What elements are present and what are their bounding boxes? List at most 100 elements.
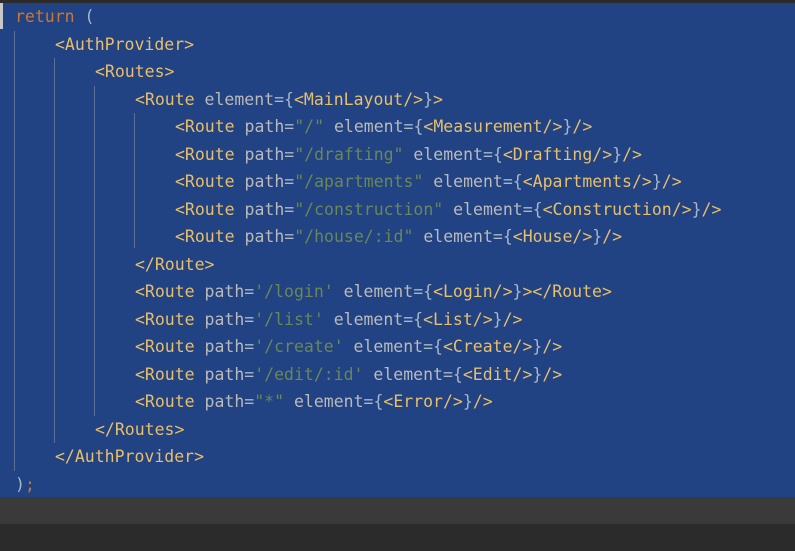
code-token: ={	[403, 309, 424, 329]
code-line[interactable]: return (	[15, 3, 94, 30]
code-line[interactable]: <AuthProvider>	[55, 31, 194, 58]
code-token: }	[612, 144, 623, 164]
code-token: ={	[502, 172, 523, 191]
code-token: =	[284, 117, 295, 136]
code-token: element	[333, 282, 414, 301]
code-token: }	[651, 172, 662, 191]
code-token: <Route	[135, 392, 195, 411]
code-token: <Route	[135, 337, 195, 356]
code-editor[interactable]: return ( <AuthProvider> <Routes> <Route ele…	[0, 0, 795, 551]
code-token: ={	[423, 337, 443, 356]
code-line[interactable]: <Route element={<MainLayout/>}>	[135, 86, 443, 113]
code-token: "/construction"	[294, 199, 444, 219]
code-token: )	[15, 474, 25, 494]
text-caret	[0, 3, 3, 29]
code-token: path	[234, 117, 285, 136]
editor-empty-line	[0, 497, 795, 524]
code-token: "/"	[294, 117, 325, 136]
code-token: =	[284, 227, 295, 246]
code-token: ={	[274, 89, 294, 109]
code-token: <List/>	[423, 309, 493, 329]
indent-guide	[134, 113, 135, 248]
code-token: =	[284, 144, 295, 164]
code-token: path	[194, 282, 245, 301]
code-line[interactable]: <Route path='/list' element={<List/>}/>	[135, 306, 522, 333]
code-token: ={	[363, 392, 384, 411]
code-token: />	[661, 172, 682, 191]
code-line[interactable]: <Route path="*" element={<Error/>}/>	[135, 388, 493, 415]
code-line[interactable]: <Route path="/house/:id" element={<House…	[175, 223, 622, 250]
code-token: =	[244, 392, 255, 411]
code-token: ={	[403, 117, 424, 136]
code-token: element	[423, 172, 503, 191]
code-token: element	[363, 364, 443, 384]
code-token: element	[413, 227, 493, 246]
code-token: <Route	[175, 199, 235, 219]
code-token: path	[234, 199, 285, 219]
code-token: />	[502, 309, 523, 329]
code-token: (	[74, 7, 95, 26]
code-token: }	[532, 364, 543, 384]
code-line[interactable]: <Route path='/edit/:id' element={<Edit/>…	[135, 361, 562, 388]
code-token: />	[542, 364, 563, 384]
code-line[interactable]: </Routes>	[95, 416, 184, 443]
code-token: />	[572, 117, 593, 136]
code-token: }	[562, 117, 573, 136]
code-token: <Route	[175, 172, 235, 191]
code-token: '/login'	[254, 282, 334, 301]
code-token: </Routes>	[95, 419, 185, 439]
code-token: element	[284, 392, 364, 411]
code-token: <Login/>	[433, 282, 513, 301]
code-token: =	[244, 309, 255, 329]
code-token: <AuthProvider>	[55, 34, 195, 54]
indent-guide	[54, 58, 55, 443]
code-token: '/create'	[254, 337, 344, 356]
code-token: }	[462, 392, 473, 411]
code-token: ={	[482, 144, 503, 164]
code-token: }	[691, 199, 702, 219]
code-token: path	[234, 144, 285, 164]
code-token: >	[433, 89, 443, 109]
code-token: <Measurement/>	[423, 117, 563, 136]
code-token: element	[443, 199, 523, 219]
code-token: ={	[492, 227, 513, 246]
code-token: }	[512, 282, 523, 301]
code-token: path	[234, 172, 285, 191]
code-token: element	[343, 337, 424, 356]
code-token: />	[622, 144, 642, 164]
code-token: <Create/>	[442, 337, 533, 356]
code-line[interactable]: <Route path="/construction" element={<Co…	[175, 196, 721, 223]
code-line[interactable]: </AuthProvider>	[55, 443, 204, 470]
code-token: "/drafting"	[294, 144, 404, 164]
code-line[interactable]: <Routes>	[95, 58, 174, 85]
code-token: <Route	[135, 282, 195, 301]
code-token: </Route>	[135, 254, 215, 274]
code-token: }	[532, 337, 543, 356]
code-token: <Route	[175, 227, 235, 246]
code-token: "/house/:id"	[294, 227, 414, 246]
code-token: />	[472, 392, 493, 411]
code-token: =	[284, 199, 295, 219]
code-line[interactable]: <Route path='/login' element={<Login/>}>…	[135, 278, 612, 305]
editor-footer	[0, 524, 795, 551]
code-token: '/list'	[254, 309, 324, 329]
code-line[interactable]: );	[15, 471, 35, 498]
code-line[interactable]: <Route path="/apartments" element={<Apar…	[175, 168, 682, 195]
code-token: path	[194, 337, 245, 356]
code-token: <Routes>	[95, 62, 175, 81]
code-token: />	[542, 337, 563, 356]
code-token: path	[194, 392, 245, 411]
code-line[interactable]: </Route>	[135, 251, 214, 278]
code-token: element	[194, 89, 275, 109]
code-line[interactable]: <Route path="/drafting" element={<Drafti…	[175, 141, 642, 168]
code-token: '/edit/:id'	[254, 364, 364, 384]
code-token: ></Route>	[522, 282, 612, 301]
code-token: path	[234, 227, 285, 246]
code-token: ={	[522, 199, 543, 219]
code-token: "/apartments"	[294, 172, 424, 191]
code-token: <Route	[135, 364, 195, 384]
code-token: <Route	[175, 117, 235, 136]
code-line[interactable]: <Route path='/create' element={<Create/>…	[135, 333, 562, 360]
indent-guide	[94, 86, 95, 416]
code-line[interactable]: <Route path="/" element={<Measurement/>}…	[175, 113, 592, 140]
